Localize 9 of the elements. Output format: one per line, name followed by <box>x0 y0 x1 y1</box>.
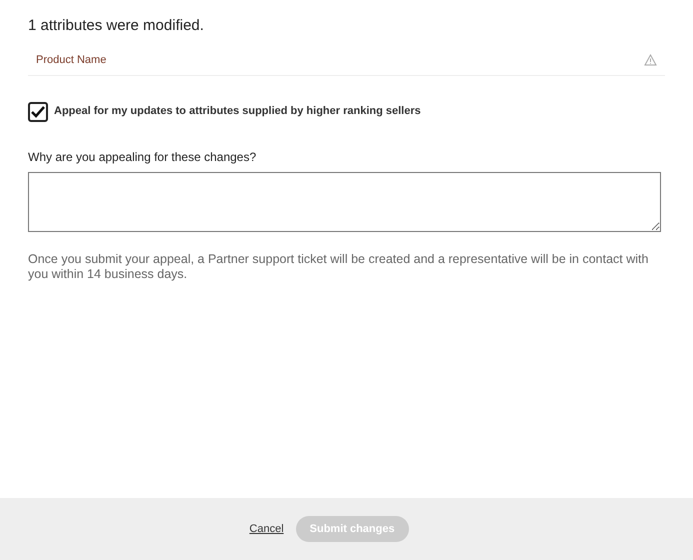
checkbox-label: Appeal for my updates to attributes supplied by higher ranking sellers <box>54 104 421 120</box>
reason-field[interactable] <box>28 172 661 232</box>
check-icon <box>31 106 45 118</box>
field-label: Why are you appealing for these changes? <box>28 148 258 166</box>
cancel-link[interactable]: Cancel <box>249 520 284 538</box>
attribute-name: Product Name <box>36 52 106 68</box>
modified-summary: 1 attributes were modified. <box>28 16 205 36</box>
notice-text: Once you submit your appeal, a Partner support ticket will be created and a representative will be in contact with you within 14 business days. <box>28 252 650 282</box>
appeal-checkbox[interactable] <box>28 102 48 122</box>
